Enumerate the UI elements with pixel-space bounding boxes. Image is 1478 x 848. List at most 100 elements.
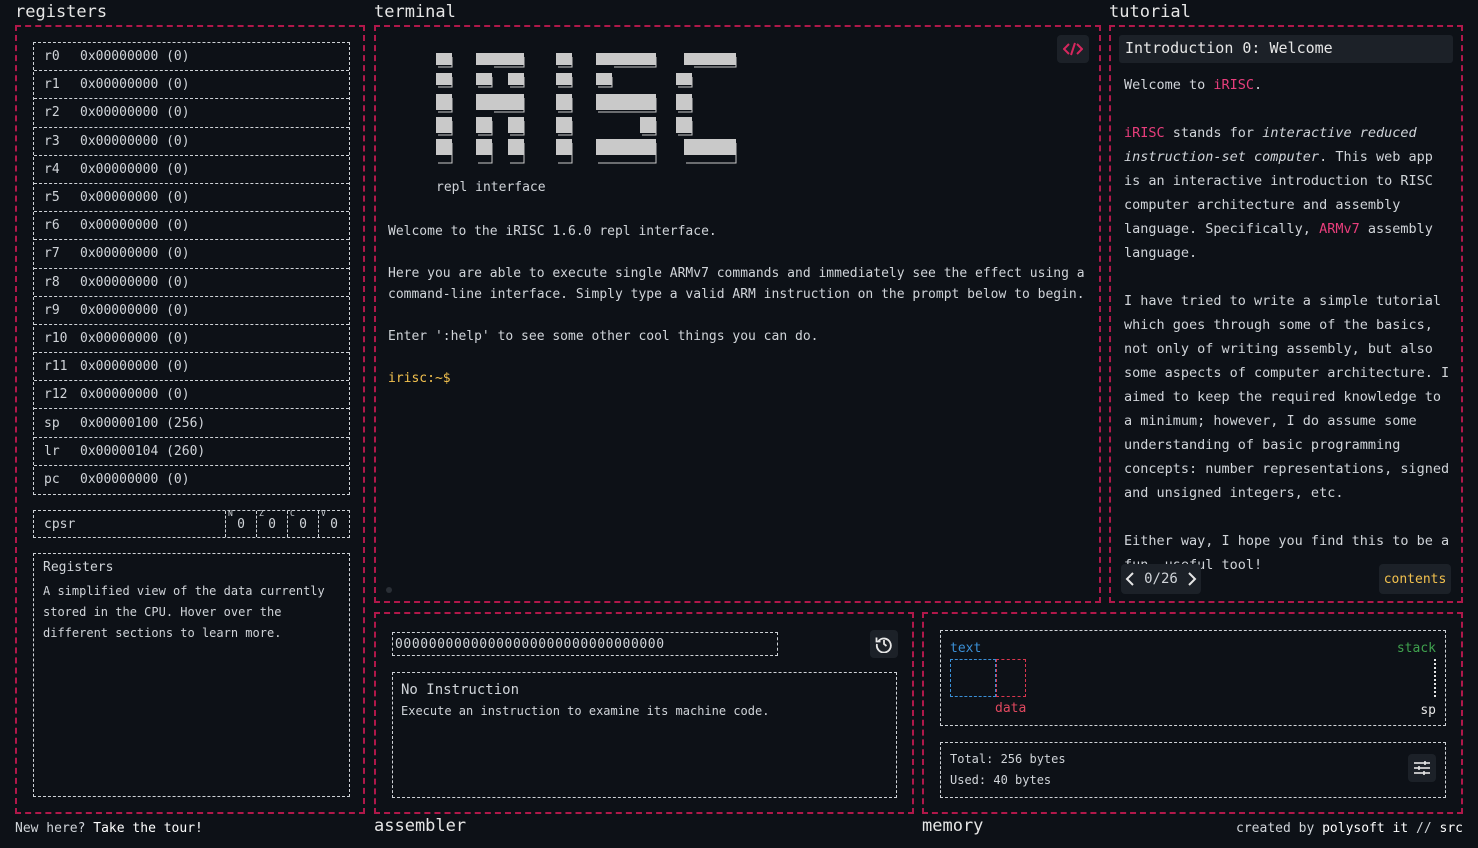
cursor-dot: [386, 587, 392, 593]
register-row-r10[interactable]: r10 0x00000000 (0): [34, 325, 349, 354]
terminal-title: terminal: [374, 2, 456, 22]
memory-data-label: data: [995, 701, 1027, 716]
history-icon: [875, 637, 892, 653]
register-name: r9: [44, 302, 60, 318]
flag-c[interactable]: C0: [287, 509, 318, 537]
register-value: 0x00000000 (0): [80, 302, 190, 318]
tour-link[interactable]: Take the tour!: [93, 821, 203, 836]
logo-subtitle: repl interface: [436, 180, 546, 195]
terminal-prompt[interactable]: irisc:~$: [388, 371, 451, 386]
memory-title: memory: [922, 816, 984, 836]
memory-settings-button[interactable]: [1408, 754, 1436, 782]
memory-map[interactable]: text stack data sp: [940, 630, 1446, 726]
register-row-lr[interactable]: lr 0x00000104 (260): [34, 438, 349, 466]
register-info-body: A simplified view of the data currently …: [43, 584, 325, 640]
credit-separator: //: [1408, 821, 1440, 836]
cpsr-row[interactable]: cpsr N0 Z0 C0 V0: [33, 509, 350, 538]
stack-pointer-marker: [1434, 659, 1436, 697]
author-link[interactable]: polysoft it: [1322, 821, 1408, 836]
flag-letter: Z: [259, 509, 264, 518]
register-value: 0x00000000 (0): [80, 330, 190, 346]
tutorial-highlight: iRISC: [1213, 77, 1255, 93]
register-name: r8: [44, 274, 60, 290]
register-value: 0x00000000 (0): [80, 359, 190, 375]
register-row-r11[interactable]: r11 0x00000000 (0): [34, 353, 349, 382]
tutorial-text: stands for: [1164, 125, 1263, 141]
chevron-left-icon[interactable]: [1125, 572, 1135, 586]
tutorial-title: tutorial: [1109, 2, 1191, 22]
register-value: 0x00000000 (0): [80, 105, 190, 121]
register-row-r3[interactable]: r3 0x00000000 (0): [34, 128, 349, 156]
register-info-box: Registers A simplified view of the data …: [33, 553, 350, 797]
register-row-r1[interactable]: r1 0x00000000 (0): [34, 71, 349, 100]
register-row-pc[interactable]: pc 0x00000000 (0): [34, 466, 349, 494]
register-value: 0x00000000 (0): [80, 472, 190, 488]
tutorial-highlight: iRISC: [1124, 125, 1165, 141]
register-name: r10: [44, 330, 68, 346]
register-row-r0[interactable]: r0 0x00000000 (0): [34, 43, 349, 72]
register-name: r4: [44, 161, 60, 177]
instruction-info-box: No Instruction Execute an instruction to…: [392, 672, 897, 798]
flag-value: 0: [268, 516, 276, 532]
register-value: 0x00000100 (256): [80, 415, 206, 431]
register-row-sp[interactable]: sp 0x00000100 (256): [34, 409, 349, 438]
tutorial-highlight: ARMv7: [1319, 221, 1360, 237]
register-name: r11: [44, 359, 68, 375]
irisc-logo: [436, 53, 737, 164]
register-info-title: Registers: [43, 560, 114, 575]
register-value: 0x00000000 (0): [80, 274, 190, 290]
terminal-help: Enter ':help' to see some other cool thi…: [388, 329, 819, 344]
code-icon: [1063, 42, 1083, 56]
assembler-panel: 00000000000000000000000000000000 No Inst…: [374, 612, 914, 814]
memory-panel: text stack data sp Total: 256 bytes Used…: [922, 612, 1463, 814]
terminal-intro: Here you are able to execute single ARMv…: [388, 266, 1085, 302]
chevron-right-icon[interactable]: [1187, 572, 1197, 586]
register-row-r2[interactable]: r2 0x00000000 (0): [34, 99, 349, 128]
flag-letter: C: [290, 509, 295, 518]
register-row-r6[interactable]: r6 0x00000000 (0): [34, 212, 349, 241]
register-value: 0x00000104 (260): [80, 443, 206, 459]
tour-prompt: New here? Take the tour!: [15, 821, 203, 836]
register-value: 0x00000000 (0): [80, 49, 190, 65]
register-value: 0x00000000 (0): [80, 133, 190, 149]
tutorial-text: .: [1254, 77, 1263, 93]
register-value: 0x00000000 (0): [80, 387, 190, 403]
flag-v[interactable]: V0: [318, 509, 349, 537]
register-name: r2: [44, 105, 60, 121]
register-row-r12[interactable]: r12 0x00000000 (0): [34, 381, 349, 410]
history-button[interactable]: [870, 630, 898, 658]
code-button[interactable]: [1057, 35, 1089, 63]
register-name: r0: [44, 49, 60, 65]
tutorial-paragraph: I have tried to write a simple tutorial …: [1124, 293, 1450, 501]
flag-letter: N: [228, 509, 233, 518]
memory-sp-label: sp: [1420, 703, 1436, 718]
register-value: 0x00000000 (0): [80, 190, 190, 206]
terminal-panel[interactable]: repl interface Welcome to the iRISC 1.6.…: [374, 25, 1101, 603]
register-row-r5[interactable]: r5 0x00000000 (0): [34, 184, 349, 213]
register-value: 0x00000000 (0): [80, 77, 190, 93]
memory-stats: Total: 256 bytes Used: 40 bytes: [940, 742, 1446, 798]
memory-data-segment[interactable]: [996, 659, 1026, 697]
register-name: r5: [44, 190, 60, 206]
flag-letter: V: [321, 509, 326, 518]
register-row-r8[interactable]: r8 0x00000000 (0): [34, 269, 349, 297]
register-name: r1: [44, 77, 60, 93]
flag-value: 0: [330, 516, 338, 532]
memory-total: Total: 256 bytes: [950, 752, 1066, 766]
register-name: sp: [44, 415, 60, 431]
source-link[interactable]: src: [1440, 821, 1463, 836]
flag-z[interactable]: Z0: [256, 509, 287, 537]
registers-panel: r0 0x00000000 (0) r1 0x00000000 (0) r2 0x00…: [15, 25, 365, 814]
register-value: 0x00000000 (0): [80, 246, 190, 262]
memory-text-segment[interactable]: [950, 659, 996, 697]
registers-title: registers: [15, 2, 108, 22]
contents-button[interactable]: contents: [1379, 564, 1451, 594]
register-name: pc: [44, 472, 60, 488]
register-row-r9[interactable]: r9 0x00000000 (0): [34, 297, 349, 325]
register-row-r4[interactable]: r4 0x00000000 (0): [34, 156, 349, 184]
flag-n[interactable]: N0: [225, 509, 256, 537]
credit-line: created by polysoft it // src: [1236, 821, 1463, 836]
terminal-welcome: Welcome to the iRISC 1.6.0 repl interfac…: [388, 224, 717, 239]
register-row-r7[interactable]: r7 0x00000000 (0): [34, 240, 349, 269]
machine-code-bits[interactable]: 00000000000000000000000000000000: [392, 632, 778, 656]
